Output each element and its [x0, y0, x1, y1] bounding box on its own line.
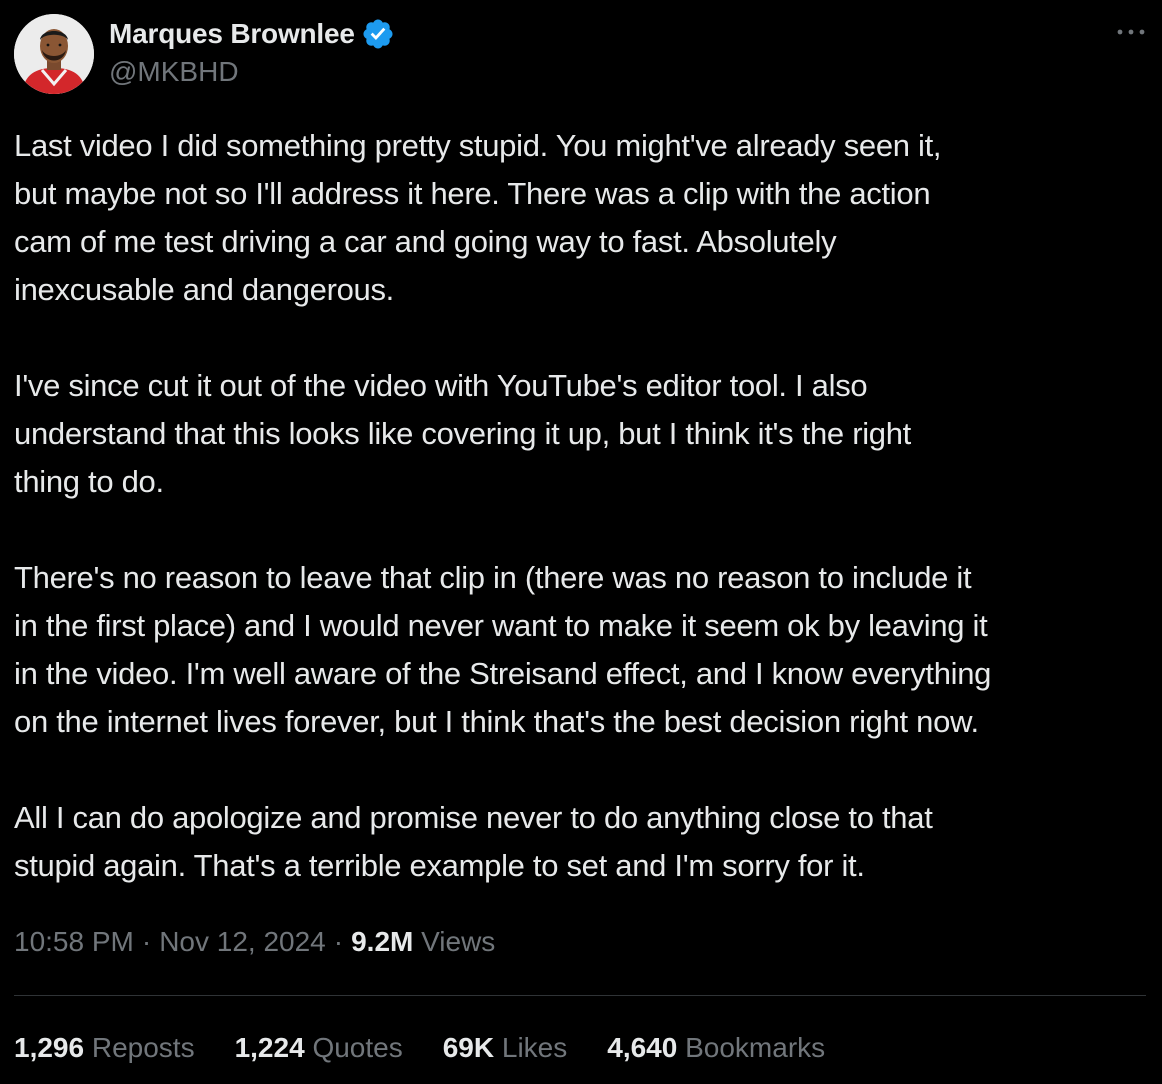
views-count[interactable]: 9.2M — [351, 926, 413, 957]
tweet-text: Last video I did something pretty stupid… — [14, 122, 1154, 890]
views-label[interactable]: Views — [421, 926, 495, 957]
stat-count: 1,224 — [234, 1032, 305, 1063]
avatar-image — [14, 14, 94, 94]
tweet-paragraph: Last video I did something pretty stupid… — [14, 128, 942, 307]
stat-count: 69K — [442, 1032, 495, 1063]
stat-label: Likes — [501, 1032, 568, 1063]
engagement-stats: 1,296 Reposts 1,224 Quotes 69K Likes 4,6… — [14, 1028, 865, 1068]
tweet-paragraph: There's no reason to leave that clip in … — [14, 560, 992, 739]
stat-label: Bookmarks — [685, 1032, 826, 1063]
author-display-name[interactable]: Marques Brownlee — [109, 18, 355, 50]
divider — [14, 995, 1146, 996]
more-options-icon[interactable] — [1114, 20, 1148, 44]
tweet-header: Marques Brownlee @MKBHD — [14, 14, 1148, 96]
meta-separator: · — [141, 926, 152, 957]
verified-badge-icon[interactable] — [361, 17, 395, 51]
tweet-detail: Marques Brownlee @MKBHD Last video I did… — [0, 0, 1162, 1084]
stat-count: 1,296 — [14, 1032, 85, 1063]
stat-count: 4,640 — [607, 1032, 678, 1063]
author-handle[interactable]: @MKBHD — [109, 54, 395, 90]
meta-separator: · — [333, 926, 344, 957]
stat-label: Quotes — [312, 1032, 403, 1063]
tweet-date[interactable]: Nov 12, 2024 — [159, 926, 326, 957]
stat-likes[interactable]: 69K Likes — [443, 1028, 568, 1068]
tweet-paragraph: All I can do apologize and promise never… — [14, 800, 933, 883]
name-row: Marques Brownlee — [109, 14, 395, 54]
stat-label: Reposts — [91, 1032, 195, 1063]
author-info: Marques Brownlee @MKBHD — [109, 14, 395, 90]
stat-quotes[interactable]: 1,224 Quotes — [235, 1028, 403, 1068]
tweet-time[interactable]: 10:58 PM — [14, 926, 134, 957]
tweet-paragraph: I've since cut it out of the video with … — [14, 368, 911, 499]
tweet-metadata: 10:58 PM · Nov 12, 2024 · 9.2M Views — [14, 922, 495, 962]
stat-reposts[interactable]: 1,296 Reposts — [14, 1028, 195, 1068]
avatar[interactable] — [14, 14, 94, 94]
stat-bookmarks[interactable]: 4,640 Bookmarks — [607, 1028, 825, 1068]
